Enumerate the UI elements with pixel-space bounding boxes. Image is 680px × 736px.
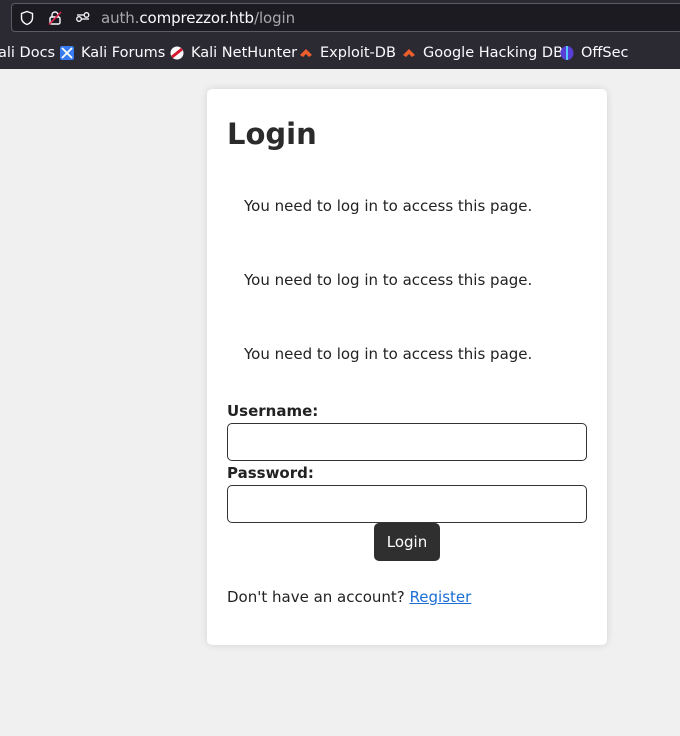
insecure-lock-icon[interactable]	[47, 10, 63, 26]
shield-icon[interactable]	[19, 10, 35, 26]
login-card: Login You need to log in to access this …	[207, 89, 607, 645]
address-bar[interactable]: auth.comprezzor.htb/login	[11, 3, 680, 32]
bookmark-label: Exploit-DB	[320, 44, 396, 61]
kali-forums-icon	[60, 45, 74, 60]
register-link[interactable]: Register	[410, 588, 472, 606]
page-content: Login You need to log in to access this …	[0, 69, 680, 736]
bookmarks-toolbar: ali Docs Kali Forums Kali NetHunter Expl…	[0, 36, 680, 69]
bookmark-offsec[interactable]: OffSec	[559, 36, 629, 69]
flash-message: You need to log in to access this page.	[244, 271, 533, 289]
password-label: Password:	[227, 464, 314, 482]
bookmark-label: Google Hacking DB	[423, 44, 564, 61]
url-domain: comprezzor.htb	[139, 9, 254, 27]
bookmark-kali-forums[interactable]: Kali Forums	[59, 36, 165, 69]
login-button[interactable]: Login	[374, 523, 440, 561]
url-path: /login	[253, 9, 295, 27]
bookmark-google-hacking-db[interactable]: Google Hacking DB	[401, 36, 563, 69]
bookmark-kali-nethunter[interactable]: Kali NetHunter	[169, 36, 297, 69]
username-label: Username:	[227, 402, 319, 420]
page-title: Login	[227, 117, 317, 151]
bookmark-kali-docs[interactable]: ali Docs	[0, 36, 55, 69]
username-input[interactable]	[227, 423, 587, 461]
bookmark-exploit-db[interactable]: Exploit-DB	[298, 36, 396, 69]
ghdb-icon	[403, 48, 415, 57]
offsec-icon	[560, 45, 574, 60]
flash-message: You need to log in to access this page.	[244, 345, 533, 363]
exploit-db-icon	[300, 48, 312, 57]
url-text[interactable]: auth.comprezzor.htb/login	[101, 9, 295, 27]
register-prompt-text: Don't have an account?	[227, 588, 405, 606]
register-prompt: Don't have an account? Register	[227, 588, 471, 606]
bookmark-label: OffSec	[581, 44, 629, 61]
url-subdomain: auth.	[101, 9, 140, 27]
bookmark-label: ali Docs	[0, 44, 56, 61]
bookmark-label: Kali Forums	[81, 44, 166, 61]
bookmark-label: Kali NetHunter	[191, 44, 298, 61]
permissions-icon[interactable]	[75, 10, 91, 26]
browser-chrome: auth.comprezzor.htb/login ali Docs Kali …	[0, 0, 680, 69]
password-input[interactable]	[227, 485, 587, 523]
flash-message: You need to log in to access this page.	[244, 197, 533, 215]
kali-nethunter-icon	[170, 46, 184, 59]
